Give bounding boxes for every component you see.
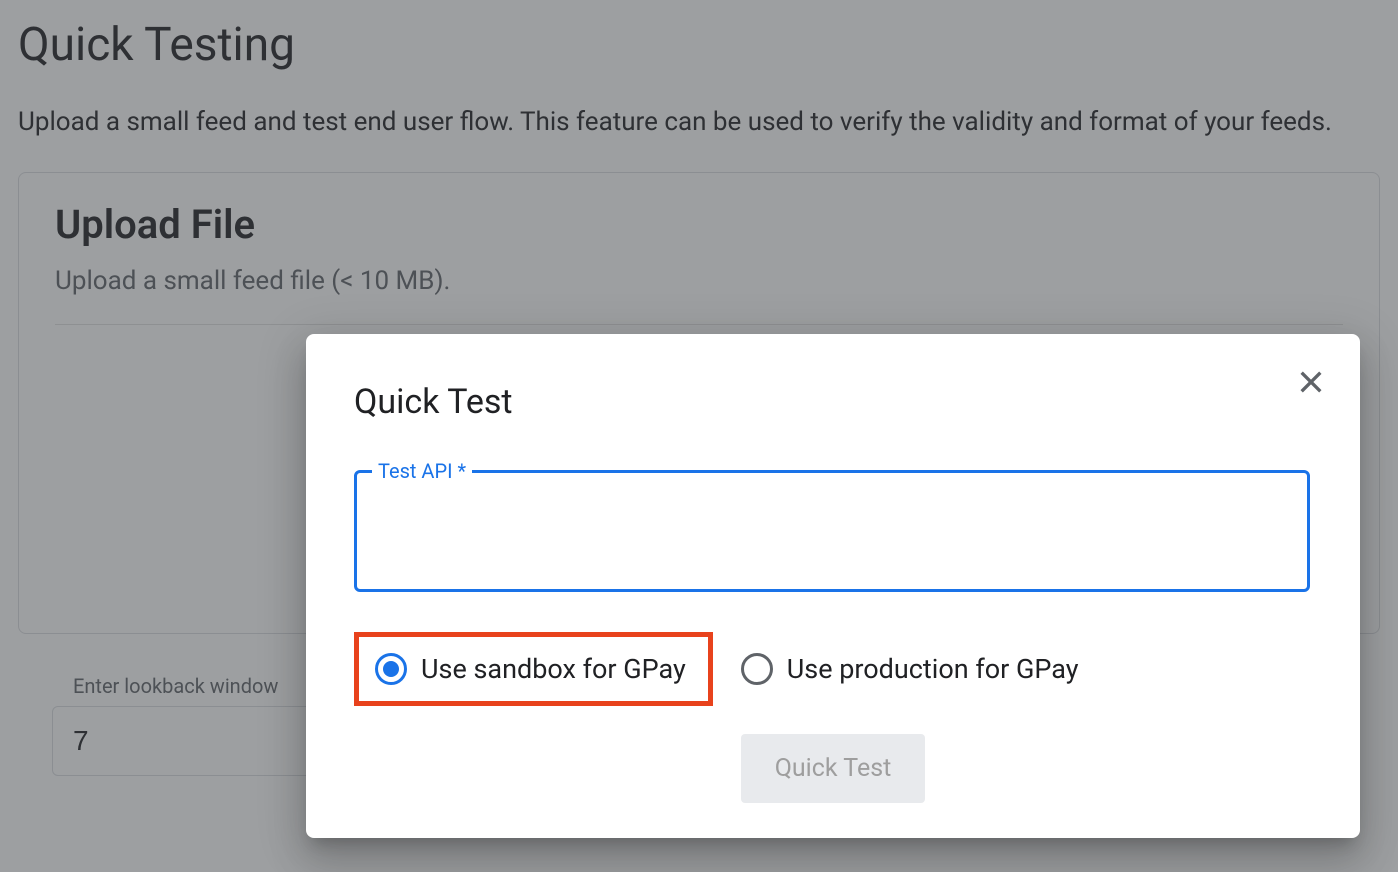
radio-selected-icon bbox=[375, 653, 407, 685]
gpay-env-radio-row: Use sandbox for GPay Use production for … bbox=[354, 632, 1312, 706]
close-button[interactable] bbox=[1290, 362, 1332, 404]
dialog-action-row: Quick Test bbox=[354, 734, 1312, 803]
test-api-label: Test API * bbox=[372, 459, 472, 483]
close-icon bbox=[1295, 366, 1327, 401]
test-api-input[interactable] bbox=[354, 470, 1310, 592]
radio-production-label: Use production for GPay bbox=[787, 653, 1079, 685]
radio-production[interactable]: Use production for GPay bbox=[733, 647, 1087, 691]
sandbox-highlight: Use sandbox for GPay bbox=[354, 632, 713, 706]
test-api-field-wrap: Test API * bbox=[354, 470, 1312, 592]
dialog-title: Quick Test bbox=[354, 382, 1312, 422]
radio-sandbox-label: Use sandbox for GPay bbox=[421, 653, 686, 685]
radio-sandbox[interactable]: Use sandbox for GPay bbox=[367, 647, 694, 691]
quick-test-dialog: Quick Test Test API * Use sandbox for GP… bbox=[306, 334, 1360, 838]
radio-unselected-icon bbox=[741, 653, 773, 685]
quick-test-button[interactable]: Quick Test bbox=[741, 734, 926, 803]
